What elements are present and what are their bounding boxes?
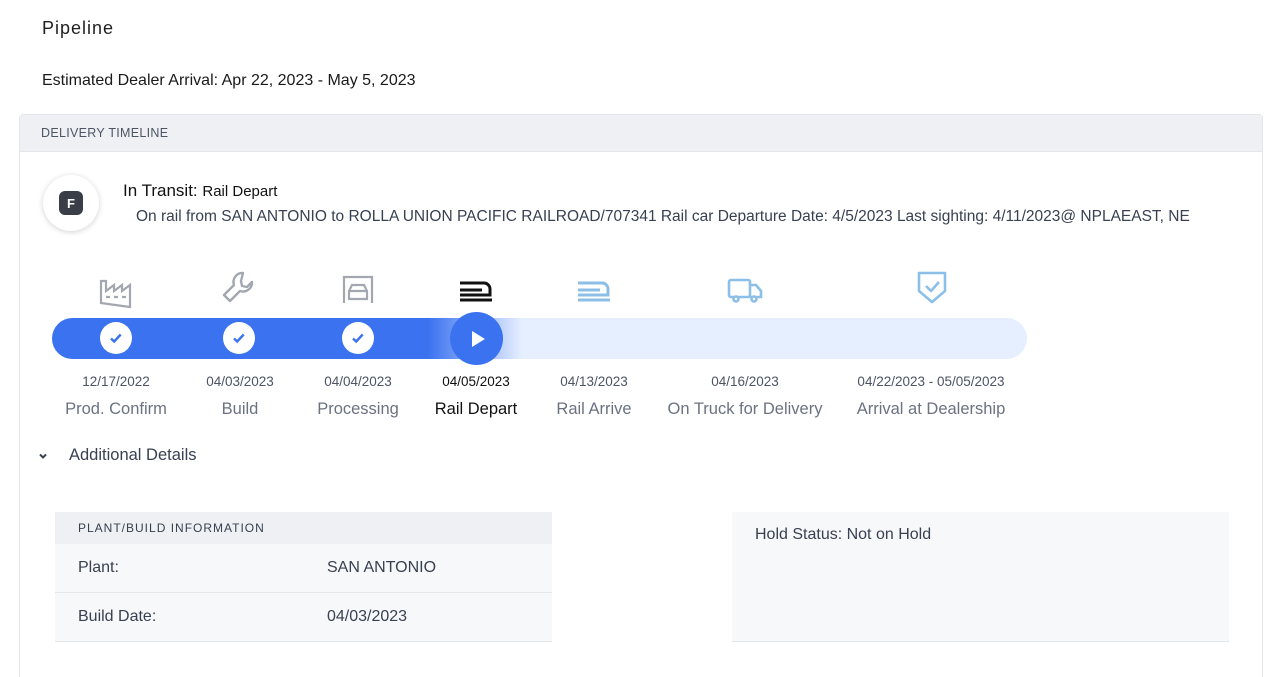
plant-build-header-title: PLANT/BUILD INFORMATION (78, 521, 265, 535)
row-key: Build Date: (78, 608, 157, 625)
plant-build-header: PLANT/BUILD INFORMATION (55, 512, 552, 544)
hold-status-panel: Hold Status: Not on Hold (732, 512, 1229, 642)
card-header-title: DELIVERY TIMELINE (41, 126, 169, 140)
complete-check-icon (223, 322, 255, 354)
estimated-arrival: Estimated Dealer Arrival: Apr 22, 2023 -… (42, 72, 416, 89)
status-line: In Transit: Rail Depart (123, 181, 277, 201)
wrench-icon (219, 267, 259, 307)
shield-check-icon (912, 267, 952, 307)
avatar: F (43, 175, 99, 231)
factory-icon (96, 269, 136, 309)
status-value: Rail Depart (202, 183, 278, 200)
step-label: On Truck for Delivery (667, 400, 823, 418)
plant-build-panel: PLANT/BUILD INFORMATION Plant: SAN ANTON… (55, 512, 552, 642)
step-date: 04/04/2023 (324, 374, 392, 389)
step-date: 12/17/2022 (82, 374, 150, 389)
row-value: SAN ANTONIO (327, 559, 437, 576)
step-date: 04/22/2023 - 05/05/2023 (857, 374, 1005, 389)
step-date: 04/16/2023 (711, 374, 779, 389)
step-date-current: 04/05/2023 (442, 374, 510, 389)
card-header: DELIVERY TIMELINE (20, 115, 1262, 152)
status-description: On rail from SAN ANTONIO to ROLLA UNION … (136, 208, 1190, 225)
complete-check-icon (342, 322, 374, 354)
car-wash-icon (338, 269, 378, 309)
row-value: 04/03/2023 (327, 608, 408, 625)
complete-check-icon (100, 322, 132, 354)
page-title: Pipeline (42, 18, 115, 38)
table-row: Build Date: 04/03/2023 (55, 593, 552, 642)
row-key: Plant: (78, 559, 119, 576)
step-label: Build (221, 400, 259, 418)
table-row: Plant: SAN ANTONIO (55, 544, 552, 593)
step-label: Processing (317, 400, 399, 418)
step-label: Rail Arrive (556, 400, 632, 418)
progress-track (52, 318, 1027, 359)
current-step-play-icon (450, 312, 503, 365)
hold-status: Hold Status: Not on Hold (755, 526, 932, 543)
step-date: 04/13/2023 (560, 374, 628, 389)
delivery-timeline-card: DELIVERY TIMELINE F In Transit: Rail Dep… (19, 114, 1263, 677)
step-label: Prod. Confirm (65, 400, 167, 418)
step-label-current: Rail Depart (434, 400, 518, 418)
step-label: Arrival at Dealership (856, 400, 1006, 418)
chevron-down-icon (39, 453, 47, 459)
truck-icon (725, 269, 765, 309)
avatar-badge: F (59, 191, 83, 215)
train-icon (456, 269, 496, 309)
step-date: 04/03/2023 (206, 374, 274, 389)
additional-details-label: Additional Details (69, 446, 197, 464)
status-label: In Transit: (123, 181, 198, 200)
train-icon (574, 269, 614, 309)
additional-details-toggle[interactable]: Additional Details (36, 446, 197, 465)
